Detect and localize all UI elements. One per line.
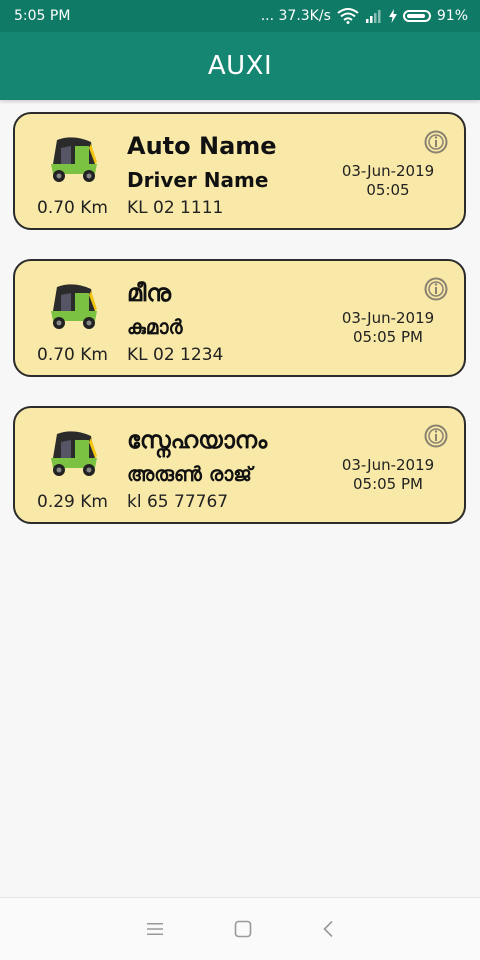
date-label: 03-Jun-2019 <box>341 456 435 474</box>
auto-card[interactable]: 0.70 Km മീനു കുമാർ KL 02 1234 03-Jun-201… <box>13 259 466 377</box>
date-label: 03-Jun-2019 <box>341 162 435 180</box>
distance-label: 0.29 Km <box>37 492 108 512</box>
plate-number: KL 02 1234 <box>127 345 224 365</box>
time-label: 05:05 PM <box>353 328 423 346</box>
status-bar: 5:05 PM ... 37.3K/s 91% <box>0 0 480 32</box>
auto-card[interactable]: 0.70 Km Auto Name Driver Name KL 02 1111… <box>13 112 466 230</box>
battery-icon <box>402 10 431 22</box>
datetime: 03-Jun-2019 05:05 PM <box>328 309 448 347</box>
datetime: 03-Jun-2019 05:05 PM <box>328 456 448 494</box>
app-title: AUXI <box>207 51 273 81</box>
network-speed: ... 37.3K/s <box>260 8 331 24</box>
auto-rickshaw-icon <box>43 134 103 184</box>
wifi-icon <box>337 8 359 24</box>
auto-rickshaw-icon <box>43 281 103 331</box>
back-icon[interactable] <box>322 920 334 938</box>
app-bar: AUXI <box>0 32 480 100</box>
auto-rickshaw-icon <box>43 428 103 478</box>
driver-name: അരുൺ രാജ് <box>127 462 252 486</box>
auto-name: Auto Name <box>127 132 277 160</box>
auto-name: മീനു <box>127 279 171 307</box>
driver-name: കുമാർ <box>127 315 183 339</box>
battery-percent: 91% <box>436 8 468 24</box>
date-label: 03-Jun-2019 <box>341 309 435 327</box>
auto-card[interactable]: 0.29 Km സ്നേഹയാനം അരുൺ രാജ് kl 65 77767 … <box>13 406 466 524</box>
info-icon[interactable] <box>424 277 448 301</box>
time-label: 05:05 <box>366 181 410 199</box>
plate-number: KL 02 1111 <box>127 198 224 218</box>
driver-name: Driver Name <box>127 168 269 192</box>
info-icon[interactable] <box>424 424 448 448</box>
status-icons: ... 37.3K/s 91% <box>261 8 468 24</box>
plate-number: kl 65 77767 <box>127 492 229 512</box>
distance-label: 0.70 Km <box>37 345 108 365</box>
time-label: 05:05 PM <box>353 475 423 493</box>
menu-icon[interactable] <box>146 921 164 937</box>
signal-icon <box>365 9 383 23</box>
info-icon[interactable] <box>424 130 448 154</box>
home-icon[interactable] <box>234 920 252 938</box>
charging-icon <box>388 9 397 23</box>
navigation-bar <box>0 897 480 960</box>
status-time: 5:05 PM <box>14 8 71 24</box>
auto-name: സ്നേഹയാനം <box>127 426 268 454</box>
datetime: 03-Jun-2019 05:05 <box>328 162 448 200</box>
distance-label: 0.70 Km <box>37 198 108 218</box>
